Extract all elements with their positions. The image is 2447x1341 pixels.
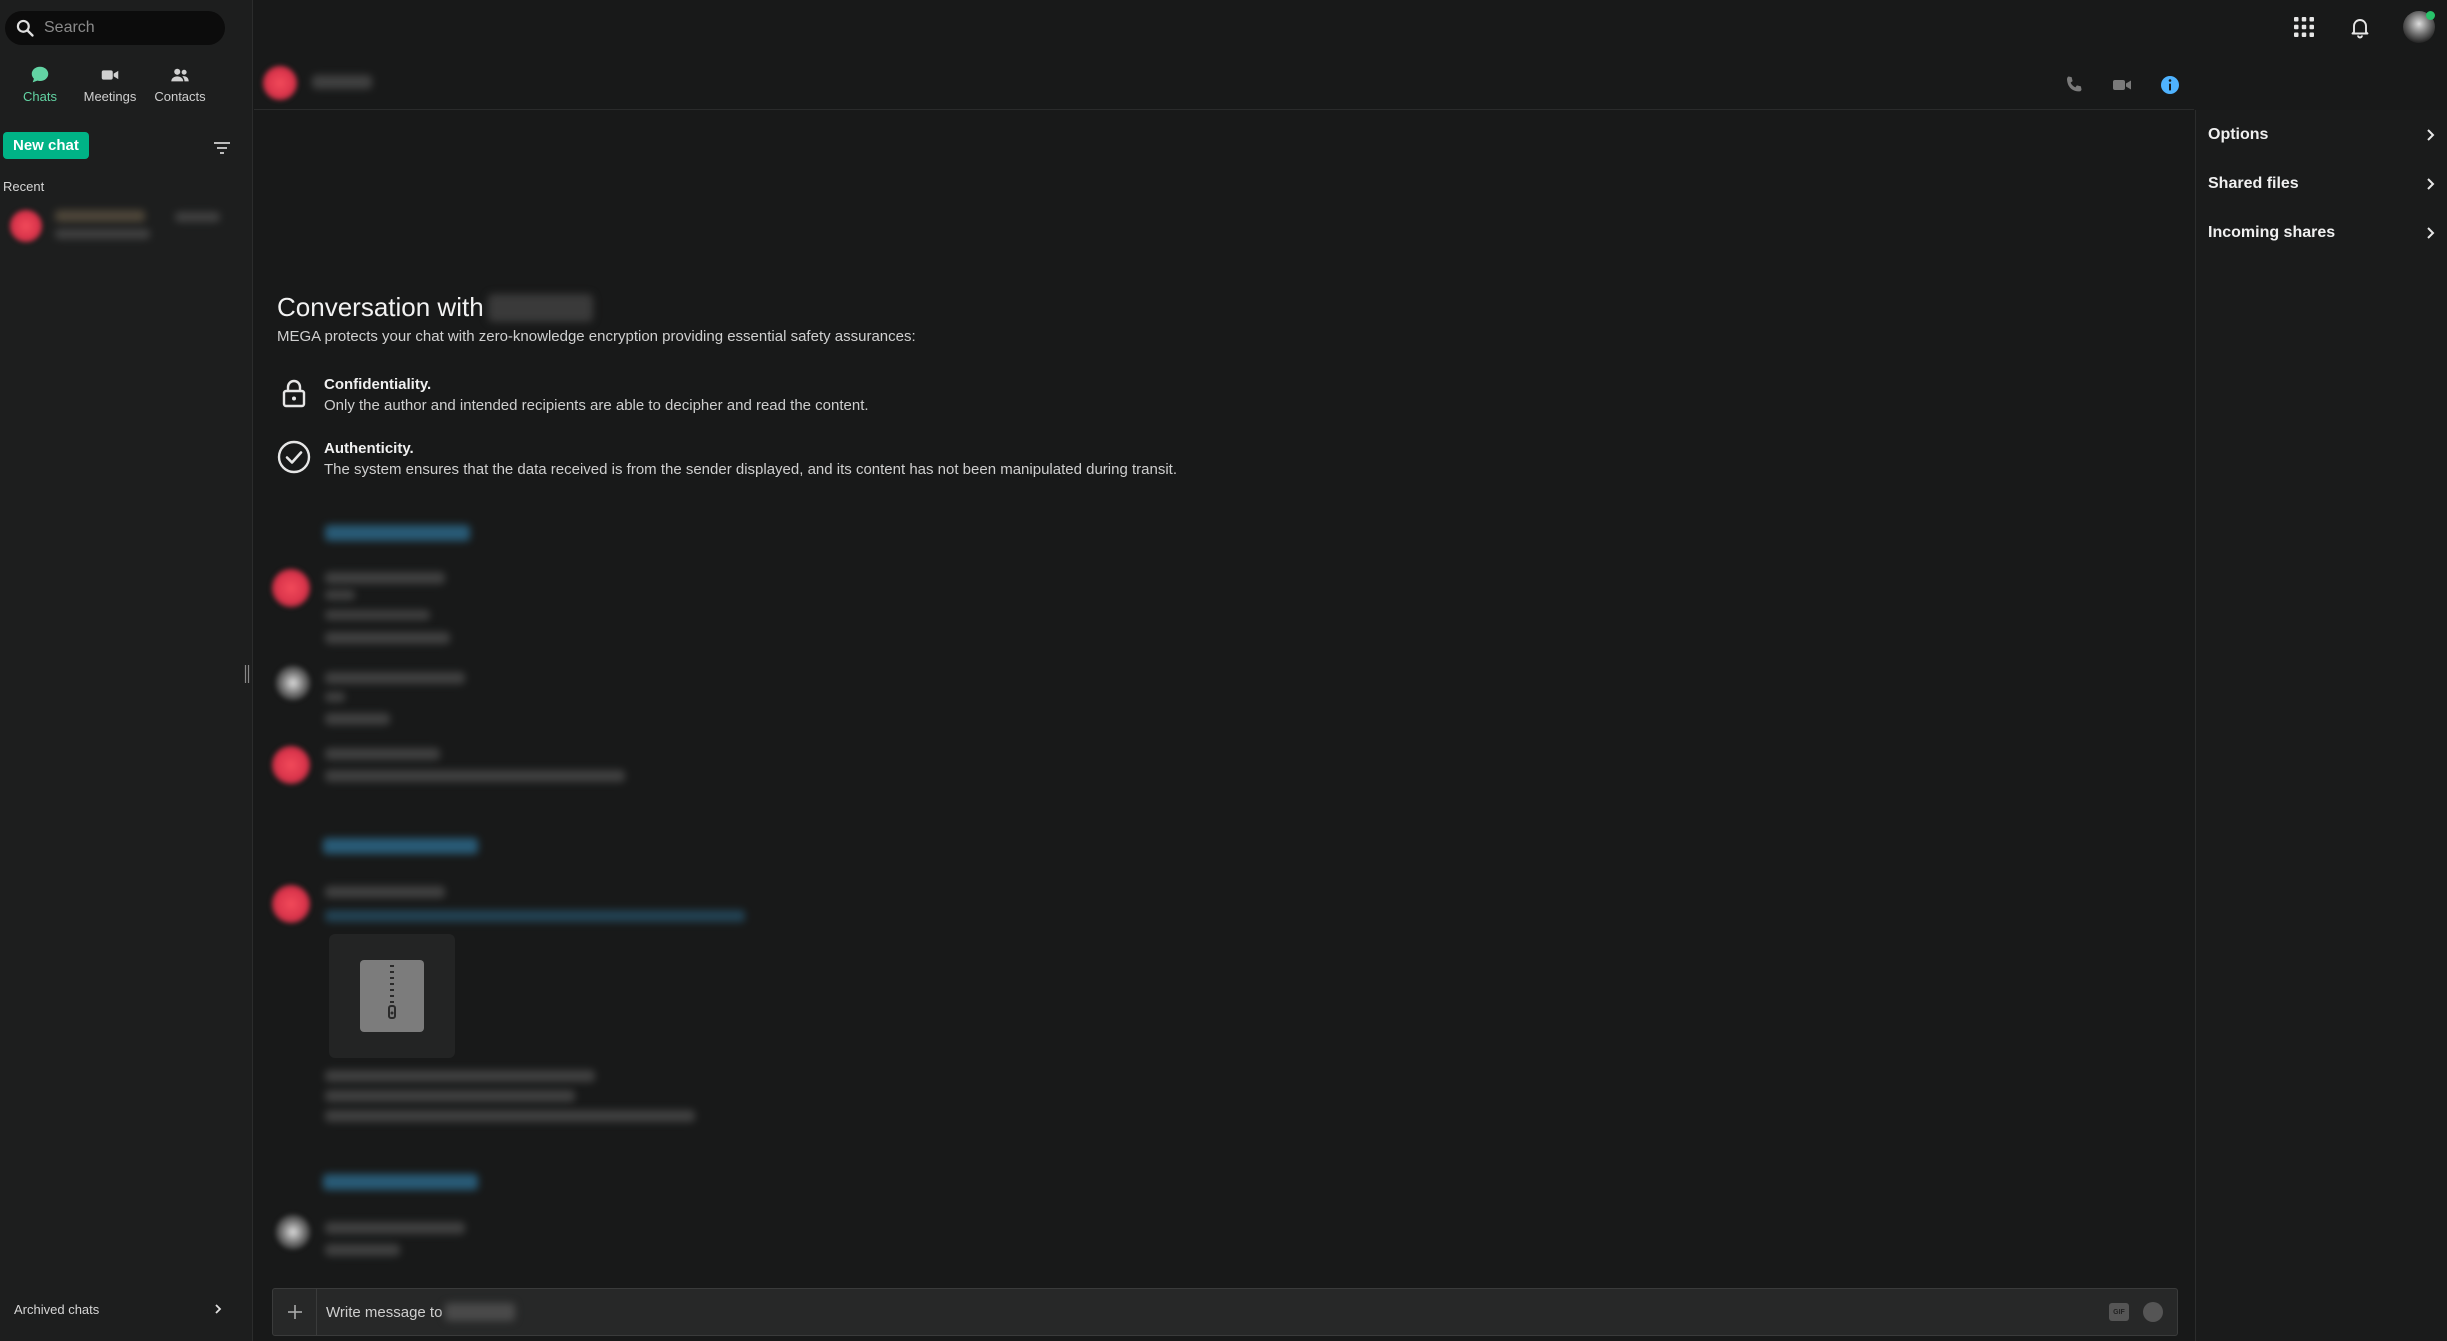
archived-chats-link[interactable]: Archived chats bbox=[14, 1299, 224, 1319]
chat-list-item[interactable] bbox=[3, 200, 248, 250]
search-icon bbox=[16, 19, 34, 37]
nav-meetings[interactable]: Meetings bbox=[82, 64, 138, 104]
conversation-title-text: Conversation with bbox=[277, 292, 484, 322]
chat-header-actions bbox=[2038, 73, 2182, 97]
chevron-right-icon bbox=[2427, 226, 2435, 239]
message-text-redacted bbox=[325, 610, 430, 620]
nav-contacts[interactable]: Contacts bbox=[152, 64, 208, 104]
message-author-redacted bbox=[325, 748, 440, 760]
main-nav: Chats Meetings Contacts bbox=[12, 64, 222, 104]
feature-confidentiality: Confidentiality. Only the author and int… bbox=[277, 376, 869, 414]
phone-icon[interactable] bbox=[2062, 73, 2086, 97]
avatar bbox=[9, 209, 43, 243]
chevron-right-icon bbox=[2427, 177, 2435, 190]
chat-header bbox=[254, 62, 2194, 110]
nav-chats-label: Chats bbox=[23, 89, 57, 104]
chat-bubble-icon bbox=[31, 66, 49, 83]
recipient-name-redacted bbox=[445, 1303, 515, 1321]
gif-button[interactable]: GIF bbox=[2109, 1303, 2129, 1321]
message-author-redacted bbox=[325, 1222, 465, 1234]
message-author-redacted bbox=[325, 572, 445, 584]
date-divider-redacted bbox=[323, 838, 478, 854]
user-avatar[interactable] bbox=[2403, 11, 2435, 43]
message-text-redacted bbox=[325, 692, 345, 702]
feature-title: Confidentiality. bbox=[324, 376, 432, 393]
feature-title: Authenticity. bbox=[324, 440, 414, 457]
avatar bbox=[275, 1214, 311, 1250]
check-circle-icon bbox=[277, 440, 311, 474]
apps-grid-button[interactable] bbox=[2291, 14, 2317, 40]
search-input[interactable] bbox=[44, 19, 214, 37]
video-call-icon[interactable] bbox=[2110, 73, 2134, 97]
file-name-redacted bbox=[325, 1070, 595, 1082]
nav-meetings-label: Meetings bbox=[83, 89, 137, 104]
notifications-button[interactable] bbox=[2347, 14, 2373, 40]
message-text-redacted bbox=[325, 713, 390, 725]
info-icon[interactable] bbox=[2158, 73, 2182, 97]
contact-name-redacted bbox=[487, 293, 593, 322]
filter-icon[interactable] bbox=[212, 140, 232, 156]
message-text-redacted bbox=[325, 770, 625, 782]
message-text-redacted bbox=[325, 1244, 400, 1256]
app-window: Chats Meetings Contacts New chat bbox=[0, 0, 2447, 1341]
resize-handle-icon[interactable] bbox=[244, 664, 250, 684]
date-divider-redacted bbox=[325, 525, 470, 541]
new-chat-button[interactable]: New chat bbox=[3, 132, 89, 159]
search-box[interactable] bbox=[5, 11, 225, 45]
message-composer: GIF bbox=[272, 1288, 2178, 1336]
options-label: Options bbox=[2208, 125, 2269, 143]
file-attachment[interactable] bbox=[329, 934, 455, 1058]
message-text-redacted bbox=[325, 632, 450, 644]
file-info-redacted bbox=[325, 1090, 575, 1102]
feature-text: Only the author and intended recipients … bbox=[324, 397, 869, 414]
feature-text: The system ensures that the data receive… bbox=[324, 461, 1177, 478]
contact-avatar bbox=[262, 65, 298, 101]
encryption-description: MEGA protects your chat with zero-knowle… bbox=[277, 328, 916, 345]
message-link-redacted bbox=[325, 910, 745, 922]
options-row[interactable]: Options bbox=[2196, 110, 2447, 159]
emoji-icon[interactable] bbox=[2143, 1302, 2163, 1322]
incoming-shares-row[interactable]: Incoming shares bbox=[2196, 208, 2447, 257]
nav-chats[interactable]: Chats bbox=[12, 64, 68, 104]
message-input[interactable] bbox=[317, 1303, 2109, 1321]
avatar bbox=[271, 745, 311, 785]
chat-name-redacted bbox=[55, 210, 145, 222]
video-camera-icon bbox=[101, 70, 119, 80]
incoming-shares-label: Incoming shares bbox=[2208, 223, 2336, 241]
contacts-icon bbox=[171, 68, 189, 82]
conversation-title: Conversation with bbox=[277, 292, 593, 323]
message-author-redacted bbox=[325, 886, 445, 898]
plus-icon bbox=[287, 1305, 302, 1319]
top-bar bbox=[2261, 11, 2435, 43]
chevron-right-icon bbox=[2427, 128, 2435, 141]
apps-grid-icon bbox=[2294, 17, 2314, 37]
chevron-right-icon bbox=[215, 1304, 222, 1314]
bell-icon bbox=[2351, 19, 2369, 39]
shared-files-label: Shared files bbox=[2208, 174, 2299, 192]
avatar bbox=[275, 665, 311, 701]
date-divider-redacted bbox=[323, 1174, 478, 1190]
chat-preview-redacted bbox=[55, 229, 150, 239]
info-panel: Options Shared files Incoming shares bbox=[2195, 110, 2447, 1341]
archived-chats-label: Archived chats bbox=[14, 1301, 100, 1317]
feature-authenticity: Authenticity. The system ensures that th… bbox=[277, 440, 1177, 478]
lock-icon bbox=[282, 379, 306, 408]
sidebar: Chats Meetings Contacts New chat bbox=[0, 0, 253, 1341]
chat-time-redacted bbox=[175, 212, 220, 222]
shared-files-row[interactable]: Shared files bbox=[2196, 159, 2447, 208]
recent-label: Recent bbox=[3, 179, 45, 194]
nav-contacts-label: Contacts bbox=[154, 89, 206, 104]
avatar bbox=[271, 568, 311, 608]
file-info-redacted bbox=[325, 1110, 695, 1122]
message-author-redacted bbox=[325, 672, 465, 684]
message-text-redacted bbox=[325, 590, 355, 600]
contact-name-redacted bbox=[312, 75, 372, 89]
avatar bbox=[271, 884, 311, 924]
zip-file-icon bbox=[360, 960, 424, 1032]
attach-button[interactable] bbox=[273, 1288, 317, 1336]
